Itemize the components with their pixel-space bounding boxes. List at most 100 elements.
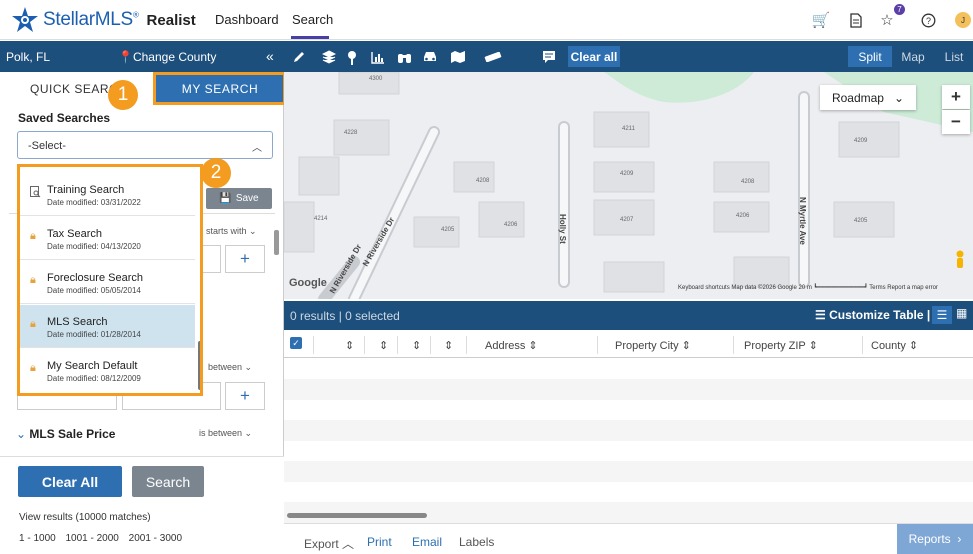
draw-pencil-icon[interactable] bbox=[290, 48, 308, 66]
change-county-link[interactable]: 📍Change County bbox=[118, 50, 216, 64]
page-link[interactable]: 1001 - 2000 bbox=[65, 533, 118, 544]
reports-button[interactable]: Reports › bbox=[897, 524, 973, 554]
view-list-tab[interactable]: List bbox=[937, 46, 971, 67]
column-divider bbox=[466, 336, 467, 354]
table-row bbox=[284, 420, 973, 441]
add-range-button[interactable]: + bbox=[225, 382, 265, 410]
saved-search-select[interactable]: -Select- ︿ bbox=[17, 131, 273, 159]
saved-search-item[interactable]: 🔒︎ My Search Default Date modified: 08/1… bbox=[20, 349, 195, 392]
binoculars-icon[interactable] bbox=[395, 48, 413, 66]
lot-number: 4300 bbox=[369, 76, 383, 82]
saved-search-item-selected[interactable]: 🔒︎ MLS Search Date modified: 01/28/2014 bbox=[20, 305, 195, 348]
user-avatar[interactable]: J bbox=[955, 12, 971, 28]
nav-search[interactable]: Search bbox=[292, 12, 333, 27]
panel-scrollbar[interactable] bbox=[274, 216, 279, 456]
save-icon: 💾 bbox=[219, 193, 232, 204]
help-icon[interactable]: ? bbox=[918, 10, 938, 30]
table-horizontal-scrollbar[interactable] bbox=[287, 513, 427, 518]
filter-condition-between[interactable]: between ⌄ bbox=[208, 362, 252, 373]
lock-icon: 🔒︎ bbox=[30, 230, 36, 242]
lot-number: 4214 bbox=[314, 216, 328, 222]
saved-search-item[interactable]: 🔒︎ Foreclosure Search Date modified: 05/… bbox=[20, 261, 195, 304]
saved-search-item[interactable]: 🔒︎ Tax Search Date modified: 04/13/2020 bbox=[20, 217, 195, 260]
cart-icon[interactable]: 🛒 bbox=[811, 10, 831, 30]
lot-number: 4208 bbox=[476, 178, 490, 184]
location-pin-icon: 📍 bbox=[118, 50, 133, 64]
stellar-star-icon bbox=[12, 7, 38, 32]
view-split-tab[interactable]: Split bbox=[848, 46, 892, 67]
search-button[interactable]: Search bbox=[132, 466, 204, 497]
county-bar: Polk, FL 📍Change County « bbox=[0, 41, 284, 72]
zoom-out-button[interactable]: − bbox=[942, 110, 970, 134]
callout-2: 2 bbox=[201, 158, 231, 188]
column-county[interactable]: County ⇕ bbox=[871, 339, 918, 352]
street-view-pegman-icon bbox=[956, 250, 964, 268]
sort-icon[interactable]: ⇕ bbox=[379, 339, 388, 352]
chevron-down-icon: ⌄ bbox=[16, 427, 30, 441]
column-property-city[interactable]: Property City ⇕ bbox=[615, 339, 691, 352]
stellarmls-logo[interactable]: StellarMLS® Realist bbox=[10, 6, 196, 34]
column-address[interactable]: Address ⇕ bbox=[485, 339, 538, 352]
filter-condition-starts-with[interactable]: starts with ⌄ bbox=[206, 226, 257, 237]
ruler-icon[interactable] bbox=[484, 48, 502, 66]
nav-dashboard[interactable]: Dashboard bbox=[215, 12, 279, 27]
page-link[interactable]: 2001 - 3000 bbox=[129, 533, 182, 544]
brand-name: StellarMLS® bbox=[43, 9, 139, 30]
lock-icon: 🔒︎ bbox=[30, 318, 36, 330]
column-divider bbox=[430, 336, 431, 354]
callout-1: 1 bbox=[108, 80, 138, 110]
collapse-panel-icon[interactable]: « bbox=[266, 48, 274, 64]
lot-number: 4208 bbox=[741, 179, 755, 185]
saved-searches-title: Saved Searches bbox=[18, 111, 111, 125]
page-link[interactable]: 1 - 1000 bbox=[19, 533, 56, 544]
lot-number: 4228 bbox=[344, 130, 358, 136]
comment-icon[interactable] bbox=[540, 48, 558, 66]
select-value: -Select- bbox=[28, 140, 66, 152]
map-search-icon[interactable] bbox=[449, 48, 467, 66]
chart-icon[interactable] bbox=[369, 48, 387, 66]
map-attribution[interactable]: Keyboard shortcuts Map data ©2026 Google… bbox=[678, 284, 938, 291]
sliders-icon: ☰ bbox=[815, 308, 830, 322]
add-filter-button[interactable]: + bbox=[225, 245, 265, 273]
grid-view-icon[interactable]: ▦ bbox=[956, 306, 967, 320]
list-view-icon[interactable]: ☰ bbox=[932, 306, 952, 324]
results-count: 0 results | 0 selected bbox=[290, 309, 400, 323]
favorites-star-icon[interactable]: ☆ bbox=[877, 10, 897, 30]
sale-price-filter-label[interactable]: ⌄ MLS Sale Price bbox=[16, 427, 115, 441]
sort-icon[interactable]: ⇕ bbox=[412, 339, 421, 352]
dropdown-scrollbar[interactable] bbox=[198, 341, 200, 390]
email-link[interactable]: Email bbox=[412, 535, 442, 549]
lot-number: 4209 bbox=[854, 138, 868, 144]
map-type-select[interactable]: Roadmap ⌄ bbox=[820, 85, 916, 110]
highlight-box-1 bbox=[153, 72, 286, 105]
sort-icon[interactable]: ⇕ bbox=[444, 339, 453, 352]
labels-link[interactable]: Labels bbox=[459, 535, 494, 549]
column-property-zip[interactable]: Property ZIP ⇕ bbox=[744, 339, 818, 352]
clear-all-map-button[interactable]: Clear all bbox=[568, 46, 620, 67]
document-icon[interactable] bbox=[846, 10, 866, 30]
chevron-up-icon: ︿ bbox=[342, 537, 355, 551]
chevron-up-icon: ︿ bbox=[252, 143, 262, 154]
zoom-in-button[interactable]: + bbox=[942, 85, 970, 109]
print-link[interactable]: Print bbox=[367, 535, 392, 549]
map-pin-icon[interactable] bbox=[343, 48, 361, 66]
select-all-checkbox[interactable]: ✓ bbox=[290, 337, 302, 349]
column-divider bbox=[733, 336, 734, 354]
lot-number: 4207 bbox=[620, 217, 634, 223]
customize-table-button[interactable]: ☰ Customize Table | bbox=[815, 308, 930, 322]
column-divider bbox=[397, 336, 398, 354]
layers-icon[interactable] bbox=[320, 48, 338, 66]
notification-badge: 7 bbox=[894, 4, 905, 15]
save-search-button[interactable]: 💾 Save bbox=[206, 188, 272, 209]
saved-search-item[interactable]: Training Search Date modified: 03/31/202… bbox=[20, 173, 195, 216]
lot-number: 4211 bbox=[622, 126, 636, 132]
active-nav-indicator bbox=[291, 36, 329, 39]
sale-price-condition[interactable]: is between ⌄ bbox=[199, 428, 252, 439]
lot-number: 4209 bbox=[620, 171, 634, 177]
sort-icon[interactable]: ⇕ bbox=[345, 339, 354, 352]
view-map-tab[interactable]: Map bbox=[895, 46, 931, 67]
column-divider bbox=[313, 336, 314, 354]
export-menu[interactable]: Export ︿ bbox=[304, 535, 354, 552]
car-icon[interactable] bbox=[421, 48, 439, 66]
clear-all-button[interactable]: Clear All bbox=[18, 466, 122, 497]
